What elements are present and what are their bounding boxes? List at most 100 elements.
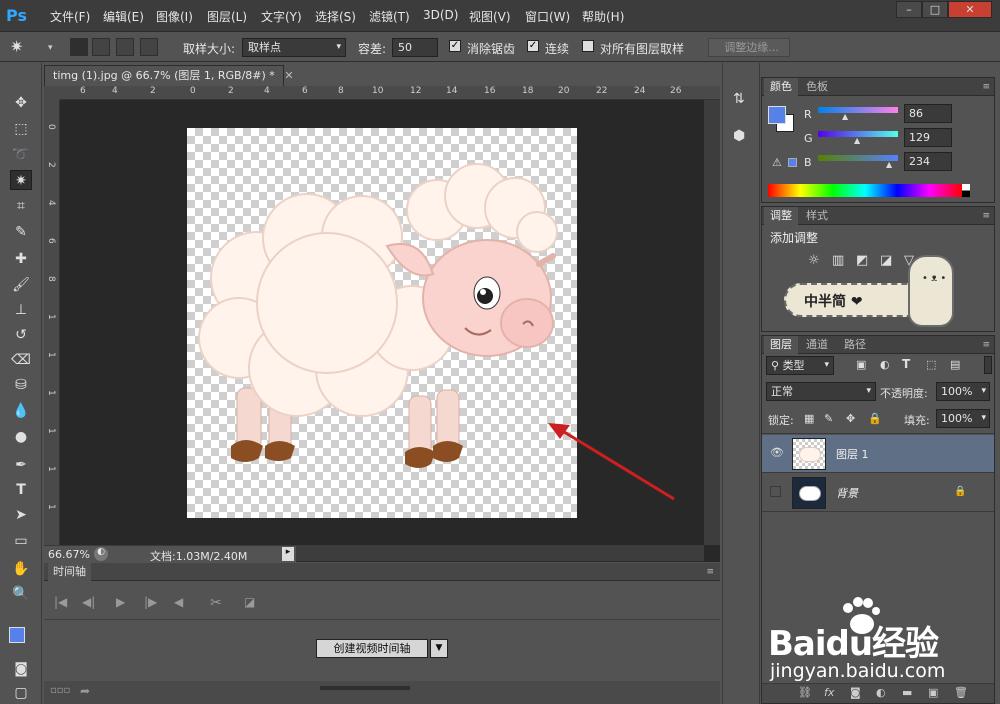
add-selection-icon[interactable] [92,38,110,56]
layer-name[interactable]: 背景 [836,485,858,501]
fx-icon[interactable]: fx [824,686,834,699]
transition-icon[interactable]: ◪ [244,595,255,609]
filter-shape-icon[interactable]: ⬚ [926,358,936,371]
curves-icon[interactable]: ◩ [856,253,868,268]
status-menu-icon[interactable]: ▸ [282,547,294,561]
r-value-input[interactable]: 86 [904,104,952,123]
new-selection-icon[interactable] [70,38,88,56]
magic-wand-icon[interactable]: ✷ [10,37,23,56]
lock-paint-icon[interactable]: ✎ [824,412,833,425]
refine-edge-button[interactable]: 调整边缘... [708,38,790,57]
menu-select[interactable]: 选择(S) [315,8,356,25]
b-value-input[interactable]: 234 [904,152,952,171]
new-layer-icon[interactable]: ▣ [928,686,938,699]
create-video-timeline-button[interactable]: 创建视频时间轴 [316,639,428,658]
horizontal-ruler[interactable]: 6 4 2 0 2 4 6 8 10 12 14 16 18 20 22 24 … [60,86,720,100]
convert-icon[interactable]: ➦ [80,684,90,698]
screen-mode-icon[interactable]: ▢ [10,683,32,703]
filter-smart-icon[interactable]: ▤ [950,358,960,371]
crop-tool-icon[interactable]: ⌗ [10,196,32,216]
tab-layers[interactable]: 图层 [764,336,798,354]
brush-tool-icon[interactable]: 🖌 [10,275,32,295]
intersect-selection-icon[interactable] [140,38,158,56]
layer-kind-filter[interactable]: ⚲ 类型 ▾ [766,356,834,375]
horizontal-scrollbar[interactable] [296,545,704,561]
frames-icon[interactable]: ▫▫▫ [50,685,70,696]
panel-menu-icon[interactable]: ≡ [982,336,990,354]
panel-menu-icon[interactable]: ≡ [982,78,990,96]
previous-frame-icon[interactable]: ◀| [82,595,95,609]
lock-all-icon[interactable]: 🔒 [868,412,882,425]
rectangle-tool-icon[interactable]: ▭ [10,531,32,551]
filter-type-icon[interactable]: T [902,357,910,371]
minimize-icon[interactable]: – [896,1,922,18]
foreground-color-swatch[interactable] [9,627,25,643]
tab-swatches[interactable]: 色板 [800,78,834,96]
pen-tool-icon[interactable]: ✒ [10,455,32,475]
split-icon[interactable]: ✂ [210,595,222,611]
document-tab[interactable]: timg (1).jpg @ 66.7% (图层 1, RGB/8#) * ✕ [44,65,294,86]
stamp-tool-icon[interactable]: ⊥ [10,300,32,320]
menu-filter[interactable]: 滤镜(T) [369,8,410,25]
lock-transparent-icon[interactable]: ▦ [804,412,814,425]
menu-type[interactable]: 文字(Y) [261,8,302,25]
eyedropper-tool-icon[interactable]: ✎ [10,222,32,242]
history-brush-icon[interactable]: ↺ [10,325,32,345]
vertical-scrollbar[interactable] [704,100,720,545]
first-frame-icon[interactable]: |◀ [54,595,67,609]
maximize-icon[interactable]: □ [922,1,948,18]
menu-layer[interactable]: 图层(L) [207,8,247,25]
timeline-tab[interactable]: 时间轴 [48,563,91,581]
contiguous-checkbox[interactable]: ✓ [527,40,539,52]
ruler-origin[interactable] [44,86,60,100]
opacity-input[interactable]: 100% ▾ [936,382,990,401]
next-frame-icon[interactable]: |▶ [144,595,157,609]
tab-channels[interactable]: 通道 [800,336,834,354]
gamut-swatch[interactable] [788,158,797,167]
brightness-icon[interactable]: ☼ [808,253,820,268]
fill-input[interactable]: 100% ▾ [936,409,990,428]
link-layers-icon[interactable]: ⛓ [798,686,812,699]
layer-name[interactable]: 图层 1 [836,446,869,462]
tab-paths[interactable]: 路径 [838,336,872,354]
adjustment-layer-icon[interactable]: ◐ [876,686,886,699]
levels-icon[interactable]: ▥ [832,253,844,268]
menu-3d[interactable]: 3D(D) [423,8,458,22]
foreground-color-swatch[interactable] [768,106,786,124]
audio-icon[interactable]: ◀ [174,595,183,609]
g-value-input[interactable]: 129 [904,128,952,147]
zoom-tool-icon[interactable]: 🔍 [10,584,32,604]
blend-mode-select[interactable]: 正常 ▾ [766,382,876,401]
close-icon[interactable]: ✕ [948,1,992,18]
tab-adjustments[interactable]: 调整 [764,207,798,225]
subtract-selection-icon[interactable] [116,38,134,56]
path-select-icon[interactable]: ➤ [10,505,32,525]
b-slider-thumb[interactable]: ▲ [886,160,894,169]
menu-view[interactable]: 视图(V) [469,8,511,25]
lock-move-icon[interactable]: ✥ [846,412,855,425]
marquee-tool-icon[interactable]: ⬚ [10,119,32,139]
status-icon[interactable]: ◐ [94,547,108,561]
menu-edit[interactable]: 编辑(E) [103,8,144,25]
g-slider-thumb[interactable]: ▲ [854,136,862,145]
visibility-toggle[interactable] [770,486,781,497]
delete-layer-icon[interactable]: 🗑 [954,686,968,699]
image-canvas[interactable] [187,128,577,518]
zoom-level[interactable]: 66.67% [48,548,90,561]
layer-row-layer1[interactable]: 👁 图层 1 [762,435,994,473]
filter-adjust-icon[interactable]: ◐ [880,358,890,371]
move-tool-icon[interactable]: ✥ [10,93,32,113]
vertical-ruler[interactable]: 0 2 4 6 8 1 1 1 1 1 1 [44,100,60,545]
add-mask-icon[interactable]: ◙ [850,686,861,699]
r-slider[interactable] [818,107,898,113]
filter-toggle[interactable] [984,356,992,374]
menu-file[interactable]: 文件(F) [50,8,90,25]
warning-icon[interactable]: ⚠ [772,156,782,169]
r-slider-thumb[interactable]: ▲ [842,112,850,121]
eraser-tool-icon[interactable]: ⌫ [10,350,32,370]
all-layers-checkbox[interactable] [582,40,594,52]
type-tool-icon[interactable]: T [10,480,32,500]
timeline-zoom-slider[interactable] [320,686,410,690]
exposure-icon[interactable]: ◪ [880,253,892,268]
close-tab-icon[interactable]: ✕ [284,69,293,82]
